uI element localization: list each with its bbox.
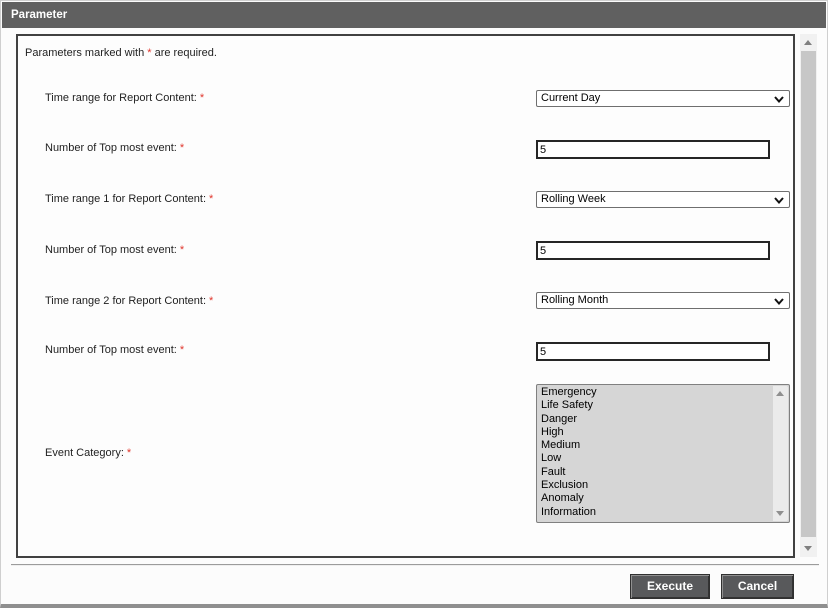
label-text: Time range for Report Content: (45, 92, 197, 104)
listbox-option[interactable]: Life Safety (537, 399, 773, 412)
listbox-option[interactable]: High (537, 426, 773, 439)
listbox-scrollbar[interactable] (773, 386, 788, 521)
chevron-down-icon (774, 197, 784, 204)
label-text: Number of Top most event: (45, 142, 177, 154)
select-value: Current Day (541, 92, 600, 104)
label-text: Number of Top most event: (45, 344, 177, 356)
top-events-input-1[interactable] (536, 140, 770, 159)
footer-divider (11, 564, 819, 565)
label-text: Time range 1 for Report Content: (45, 193, 206, 205)
field-label-event-category: Event Category:* (45, 447, 131, 459)
execute-button[interactable]: Execute (630, 574, 710, 599)
event-category-listbox[interactable]: EmergencyLife SafetyDangerHighMediumLowF… (536, 384, 790, 523)
field-label-time-range: Time range for Report Content:* (45, 92, 204, 104)
field-label-time-range-1: Time range 1 for Report Content:* (45, 193, 213, 205)
time-range-2-select[interactable]: Rolling Month (536, 292, 790, 309)
required-asterisk: * (127, 447, 131, 459)
scroll-up-icon[interactable] (776, 391, 784, 396)
select-value: Rolling Month (541, 294, 608, 306)
listbox-option[interactable]: Exclusion (537, 479, 773, 492)
window-title: Parameter (11, 9, 67, 21)
chevron-down-icon (774, 298, 784, 305)
event-category-options: EmergencyLife SafetyDangerHighMediumLowF… (537, 386, 773, 521)
vertical-scrollbar[interactable] (800, 34, 817, 557)
scroll-up-icon (804, 40, 812, 45)
listbox-option[interactable]: Fault (537, 466, 773, 479)
field-label-top-events-3: Number of Top most event:* (45, 344, 184, 356)
label-text: Event Category: (45, 447, 124, 459)
window-titlebar: Parameter (2, 2, 826, 28)
scroll-down-icon[interactable] (776, 511, 784, 516)
label-text: Time range 2 for Report Content: (45, 295, 206, 307)
scroll-down-icon (804, 546, 812, 551)
top-events-input-2[interactable] (536, 241, 770, 260)
required-asterisk: * (180, 142, 184, 154)
label-text: Number of Top most event: (45, 244, 177, 256)
field-label-time-range-2: Time range 2 for Report Content:* (45, 295, 213, 307)
chevron-down-icon (774, 96, 784, 103)
required-asterisk: * (209, 193, 213, 205)
listbox-option[interactable]: Low (537, 452, 773, 465)
scrollbar-down-button[interactable] (800, 541, 817, 557)
time-range-select[interactable]: Current Day (536, 90, 790, 107)
top-events-input-3[interactable] (536, 342, 770, 361)
scrollbar-thumb[interactable] (801, 51, 816, 537)
field-label-top-events-2: Number of Top most event:* (45, 244, 184, 256)
required-asterisk: * (180, 244, 184, 256)
required-asterisk: * (200, 92, 204, 104)
required-asterisk: * (209, 295, 213, 307)
cancel-button[interactable]: Cancel (721, 574, 794, 599)
listbox-option[interactable]: Anomaly (537, 492, 773, 505)
parameter-window: Parameter Parameters marked with * are r… (0, 0, 828, 608)
required-asterisk: * (180, 344, 184, 356)
scrollbar-up-button[interactable] (800, 34, 817, 50)
listbox-option[interactable]: Medium (537, 439, 773, 452)
field-label-top-events-1: Number of Top most event:* (45, 142, 184, 154)
time-range-1-select[interactable]: Rolling Week (536, 191, 790, 208)
listbox-option[interactable]: Emergency (537, 386, 773, 399)
required-note: Parameters marked with * are required. (25, 47, 217, 59)
required-note-prefix: Parameters marked with (25, 47, 147, 59)
listbox-option[interactable]: Information (537, 506, 773, 519)
listbox-option[interactable]: Danger (537, 413, 773, 426)
select-value: Rolling Week (541, 193, 606, 205)
required-note-suffix: are required. (152, 47, 217, 59)
